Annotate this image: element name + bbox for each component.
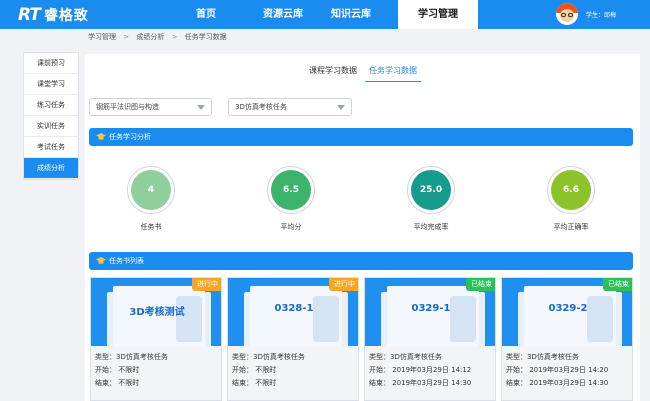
sidebar-item-score-analysis[interactable]: 成绩分析 [24, 158, 78, 179]
task-card-cover: 0329-2 已结束 [502, 278, 632, 346]
stat-value: 6.5 [271, 170, 311, 210]
task-card-info: 类型：3D仿真考核任务 开始： 2019年03月29日 14:20 结束： 20… [502, 346, 632, 400]
avatar[interactable] [555, 3, 578, 25]
stat-label: 任务书 [140, 223, 162, 231]
course-select[interactable]: 钢筋平法识图与构造 [89, 98, 212, 116]
task-card-end: 结束： 2019年03月29日 14:30 [506, 379, 609, 387]
sidebar-item-classroom[interactable]: 课堂学习 [24, 74, 78, 95]
stat-label: 平均完成率 [413, 223, 449, 231]
breadcrumb-separator: > [123, 33, 130, 41]
task-card-cover: 3D考核测试 进行中 [91, 278, 221, 346]
task-card-title: 0328-1 [274, 303, 314, 314]
sidebar-item-preview[interactable]: 课前预习 [24, 53, 78, 74]
task-card-type: 类型：3D仿真考核任务 [506, 353, 579, 361]
section-header-analysis: 任务学习分析 [89, 128, 633, 146]
nav-knowledge-cloud[interactable]: 知识云库 [320, 0, 382, 29]
task-card-info: 类型：3D仿真考核任务 开始： 不限时 结束： 不限时 [228, 346, 358, 400]
section-header-task-list: 任务书列表 [89, 252, 633, 270]
task-card-title: 0329-1 [411, 303, 451, 314]
tab-task-data[interactable]: 任务学习数据 [365, 65, 421, 82]
app-logo[interactable]: RT 睿格致 [18, 5, 89, 25]
task-card-info: 类型：3D仿真考核任务 开始： 2019年03月29日 14:12 结束： 20… [365, 346, 495, 400]
breadcrumb-item-task-data: 任务学习数据 [184, 33, 227, 41]
task-card[interactable]: 0329-2 已结束 类型：3D仿真考核任务 开始： 2019年03月29日 1… [501, 277, 633, 401]
stat-task-count: 4 任务书 [116, 166, 186, 232]
stat-value: 6.6 [551, 170, 591, 210]
stat-label: 平均正确率 [553, 223, 589, 231]
task-card[interactable]: 3D考核测试 进行中 类型：3D仿真考核任务 开始： 不限时 结束： 不限时 [90, 277, 222, 401]
task-card-cover: 0329-1 已结束 [365, 278, 495, 346]
sidebar: 课前预习 课堂学习 练习任务 实训任务 考试任务 成绩分析 [23, 52, 79, 180]
top-nav-bar: RT 睿格致 首页 资源云库 知识云库 学习管理 学生：邱梅 [0, 0, 650, 29]
task-card-info: 类型：3D仿真考核任务 开始： 不限时 结束： 不限时 [91, 346, 221, 400]
breadcrumb-separator: > [171, 33, 178, 41]
status-badge: 进行中 [329, 278, 358, 291]
task-card-end: 结束： 2019年03月29日 14:30 [369, 379, 472, 387]
graduation-cap-icon [96, 257, 106, 264]
nav-home[interactable]: 首页 [180, 0, 232, 29]
main-nav: 首页 资源云库 知识云库 学习管理 [180, 0, 478, 29]
main-panel: 课程学习数据 任务学习数据 钢筋平法识图与构造 3D仿真考核任务 任务学习分析 … [85, 54, 640, 401]
stat-value: 4 [131, 170, 171, 210]
task-card-type: 类型：3D仿真考核任务 [369, 353, 442, 361]
tab-course-data[interactable]: 课程学习数据 [305, 65, 361, 82]
task-type-select[interactable]: 3D仿真考核任务 [228, 98, 352, 116]
task-card-start: 开始： 不限时 [95, 366, 140, 374]
stat-label: 平均分 [280, 223, 302, 231]
task-card[interactable]: 0329-1 已结束 类型：3D仿真考核任务 开始： 2019年03月29日 1… [364, 277, 496, 401]
breadcrumb-item-score-analysis[interactable]: 成绩分析 [136, 33, 164, 41]
sidebar-item-training[interactable]: 实训任务 [24, 116, 78, 137]
task-card-start: 开始： 不限时 [232, 366, 277, 374]
logo-latin: RT [18, 5, 41, 25]
task-card-title: 3D考核测试 [129, 307, 185, 318]
course-select-value: 钢筋平法识图与构造 [96, 103, 159, 111]
chevron-down-icon [197, 105, 205, 110]
nav-resource-cloud[interactable]: 资源云库 [252, 0, 314, 29]
data-tabs: 课程学习数据 任务学习数据 [305, 65, 425, 82]
nav-learning-management[interactable]: 学习管理 [398, 0, 478, 29]
task-card-type: 类型：3D仿真考核任务 [95, 353, 168, 361]
sidebar-item-exam[interactable]: 考试任务 [24, 137, 78, 158]
section-title-analysis: 任务学习分析 [109, 133, 151, 141]
breadcrumb-item-learning-management[interactable]: 学习管理 [88, 33, 116, 41]
task-card-end: 结束： 不限时 [95, 379, 140, 387]
graduation-cap-icon [96, 133, 106, 140]
section-title-task-list: 任务书列表 [109, 257, 144, 265]
status-badge: 进行中 [192, 278, 221, 291]
task-card-start: 开始： 2019年03月29日 14:20 [506, 366, 609, 374]
task-card-end: 结束： 不限时 [232, 379, 277, 387]
breadcrumb: 学习管理 > 成绩分析 > 任务学习数据 [88, 29, 227, 45]
user-name: 学生：邱梅 [585, 11, 616, 19]
task-type-select-value: 3D仿真考核任务 [235, 103, 287, 111]
stat-value: 25.0 [411, 170, 451, 210]
task-card-type: 类型：3D仿真考核任务 [232, 353, 305, 361]
status-badge: 已结束 [466, 278, 495, 291]
user-menu[interactable]: 学生：邱梅 [555, 3, 616, 25]
task-card-title: 0329-2 [548, 303, 588, 314]
status-badge: 已结束 [603, 278, 632, 291]
task-card-start: 开始： 2019年03月29日 14:12 [369, 366, 472, 374]
task-card[interactable]: 0328-1 进行中 类型：3D仿真考核任务 开始： 不限时 结束： 不限时 [227, 277, 359, 401]
logo-cn: 睿格致 [43, 8, 89, 24]
task-card-cover: 0328-1 进行中 [228, 278, 358, 346]
chevron-down-icon [337, 105, 345, 110]
stat-average-accuracy: 6.6 平均正确率 [536, 166, 606, 232]
sidebar-item-practice[interactable]: 练习任务 [24, 95, 78, 116]
stat-average-score: 6.5 平均分 [256, 166, 326, 232]
stat-average-completion: 25.0 平均完成率 [396, 166, 466, 232]
